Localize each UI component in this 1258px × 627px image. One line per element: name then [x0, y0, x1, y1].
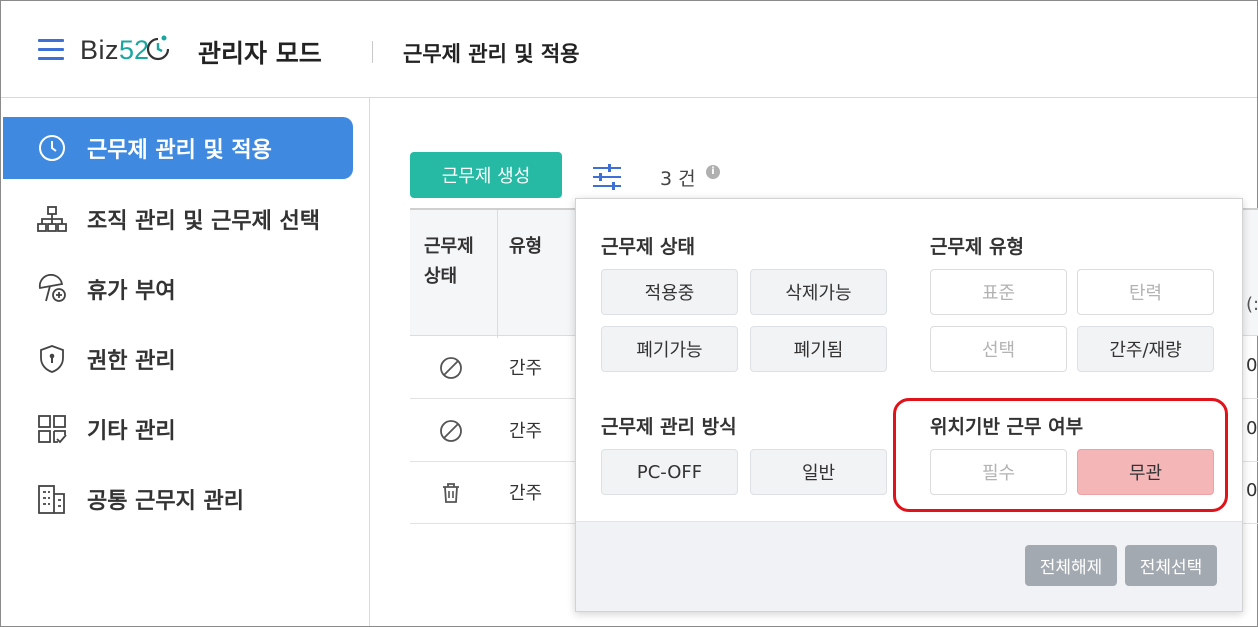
deselect-all-button[interactable]: 전체해제	[1025, 545, 1117, 586]
grid-check-icon	[36, 413, 68, 445]
column-separator	[497, 210, 498, 338]
sidebar-item-label: 기타 관리	[87, 419, 176, 444]
sidebar-item-work-system[interactable]: 근무제 관리 및 적용	[3, 117, 353, 179]
sidebar: 근무제 관리 및 적용 조직 관리 및 근무제 선택 휴가 부여 권한 관리 기…	[1, 98, 370, 626]
column-header-status-line1: 근무제	[424, 236, 474, 257]
prohibited-icon	[439, 419, 463, 443]
column-header-type: 유형	[509, 236, 543, 257]
row-type: 간주	[509, 421, 543, 442]
row-type: 간주	[509, 358, 543, 379]
highlight-annotation-box	[893, 398, 1228, 512]
sidebar-item-vacation[interactable]: 휴가 부여	[3, 258, 353, 320]
select-all-button[interactable]: 전체선택	[1125, 545, 1217, 586]
sidebar-item-etc[interactable]: 기타 관리	[3, 398, 353, 460]
sidebar-item-label: 휴가 부여	[87, 279, 176, 304]
filter-section-status-title: 근무제 상태	[601, 236, 696, 258]
result-count: 3 건	[660, 168, 696, 190]
header-divider	[372, 41, 373, 63]
filter-sliders-icon[interactable]	[590, 160, 624, 194]
column-header-status-line2: 상태	[424, 266, 458, 287]
row-clipped-value: 0	[1246, 355, 1258, 376]
trash-icon	[439, 481, 463, 505]
sidebar-item-permissions[interactable]: 권한 관리	[3, 328, 353, 390]
filter-chip-status-disposable[interactable]: 폐기가능	[601, 326, 738, 372]
building-icon	[36, 483, 68, 515]
filter-chip-status-disposed[interactable]: 폐기됨	[750, 326, 887, 372]
sidebar-item-label: 근무제 관리 및 적용	[87, 138, 272, 163]
page-mode-title: 관리자 모드	[198, 39, 322, 68]
sidebar-item-organization[interactable]: 조직 관리 및 근무제 선택	[3, 188, 353, 250]
filter-chip-method-pcoff[interactable]: PC-OFF	[601, 449, 738, 495]
filter-chip-method-general[interactable]: 일반	[750, 449, 887, 495]
filter-chip-type-selective[interactable]: 선택	[930, 326, 1067, 372]
sidebar-item-label: 조직 관리 및 근무제 선택	[87, 209, 321, 234]
row-clipped-value: 0	[1246, 480, 1258, 501]
org-chart-icon	[36, 203, 68, 235]
filter-chip-status-deletable[interactable]: 삭제가능	[750, 269, 887, 315]
prohibited-icon	[439, 356, 463, 380]
logo-stopwatch-icon	[147, 35, 170, 61]
app-header: Biz 52 관리자 모드 근무제 관리 및 적용	[1, 1, 1257, 98]
sidebar-item-label: 권한 관리	[87, 349, 176, 374]
clock-icon	[36, 132, 68, 164]
filter-section-type-title: 근무제 유형	[930, 236, 1025, 258]
vacation-umbrella-icon	[36, 273, 68, 305]
page-title: 근무제 관리 및 적용	[403, 42, 580, 66]
filter-section-method-title: 근무제 관리 방식	[601, 416, 737, 438]
biz52-logo: Biz 52	[80, 28, 170, 72]
shield-icon	[36, 343, 68, 375]
sidebar-item-common-workplace[interactable]: 공통 근무지 관리	[3, 468, 353, 530]
create-work-system-button[interactable]: 근무제 생성	[410, 152, 562, 198]
column-header-clipped: (:	[1246, 294, 1258, 315]
filter-chip-type-standard[interactable]: 표준	[930, 269, 1067, 315]
filter-chip-type-flexible[interactable]: 탄력	[1077, 269, 1214, 315]
row-clipped-value: 0	[1246, 418, 1258, 439]
filter-chip-status-applied[interactable]: 적용중	[601, 269, 738, 315]
logo-text: Biz	[80, 34, 120, 65]
logo-number: 52	[119, 34, 150, 65]
filter-chip-type-deemed[interactable]: 간주/재량	[1077, 326, 1214, 372]
hamburger-menu-icon[interactable]	[38, 39, 64, 61]
sidebar-item-label: 공통 근무지 관리	[87, 489, 244, 514]
row-type: 간주	[509, 483, 543, 504]
info-icon[interactable]: i	[706, 165, 720, 179]
